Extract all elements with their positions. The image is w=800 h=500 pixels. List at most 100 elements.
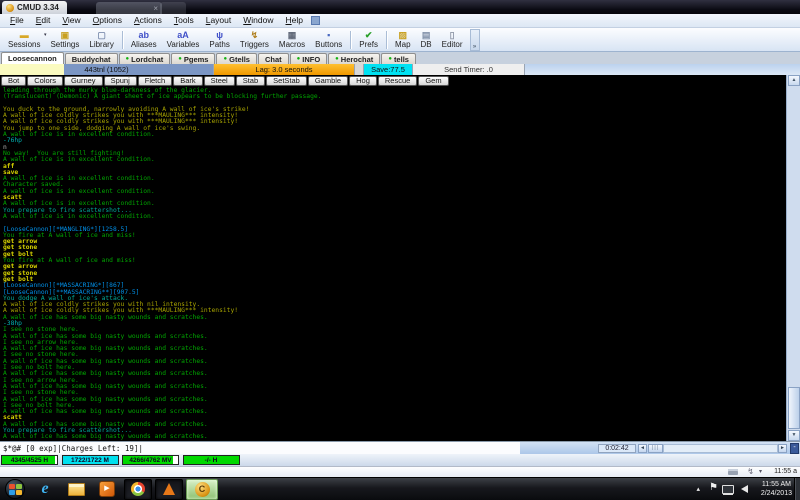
- main-toolbar: ▬Sessions▾▣Settings▢Library abAliasesaAVa…: [0, 28, 800, 52]
- taskbar-chrome-button[interactable]: [124, 479, 152, 500]
- connection-icon[interactable]: ↯: [747, 467, 754, 476]
- taskbar-vlc-button[interactable]: [155, 479, 183, 500]
- toolbar-buttons-button[interactable]: ▪Buttons: [310, 29, 347, 51]
- variables-icon: aA: [177, 30, 189, 40]
- scroll-down-icon[interactable]: ▼: [788, 430, 800, 441]
- taskbar-cmud-button[interactable]: C: [186, 479, 218, 500]
- macro-button-bot[interactable]: Bot: [1, 76, 26, 86]
- windows-start-icon: [5, 479, 25, 499]
- taskbar-ie-button[interactable]: e: [31, 479, 59, 500]
- session-tab-herochat[interactable]: ●Herochat: [328, 53, 380, 64]
- macro-button-gurney[interactable]: Gurney: [64, 76, 103, 86]
- window-title-tab[interactable]: CMUD 3.34: [2, 1, 67, 14]
- session-tab-label: Lordchat: [131, 55, 163, 64]
- menu-view[interactable]: View: [56, 14, 86, 27]
- toolbar-variables-button[interactable]: aAVariables: [162, 29, 205, 51]
- macro-button-spunj[interactable]: Spunj: [104, 76, 137, 86]
- session-tab-buddychat[interactable]: Buddychat: [65, 53, 118, 64]
- taskbar-explorer-button[interactable]: [62, 479, 90, 500]
- tnl-progress-fill: [0, 64, 64, 75]
- tray-time: 11:55 AM: [761, 480, 792, 489]
- menu-help[interactable]: Help: [280, 14, 309, 27]
- h-scrollbar-track[interactable]: [663, 444, 778, 453]
- splitter-button[interactable]: -: [790, 443, 799, 454]
- menu-actions[interactable]: Actions: [128, 14, 168, 27]
- inactive-window-stub: [160, 2, 186, 14]
- macro-button-gem[interactable]: Gem: [418, 76, 448, 86]
- lag-label: Lag: 3.0 seconds: [255, 65, 312, 74]
- toolbar-triggers-button[interactable]: ↯Triggers: [235, 29, 274, 51]
- tray-clock[interactable]: 11:55 AM 2/24/2013: [761, 480, 792, 498]
- macro-button-hog[interactable]: Hog: [349, 76, 377, 86]
- session-tabs: LoosecannonBuddychat●Lordchat●Pgems●Gtel…: [0, 52, 800, 64]
- session-tab-info[interactable]: ●INFO: [290, 53, 328, 64]
- macro-button-rescue[interactable]: Rescue: [378, 76, 417, 86]
- toolbar-map-button[interactable]: ▨Map: [390, 29, 416, 51]
- chevron-down-icon[interactable]: ▾: [759, 468, 762, 475]
- flag-quadrant: [16, 490, 22, 495]
- h-scrollbar-thumb[interactable]: |||: [648, 444, 663, 453]
- macro-button-colors[interactable]: Colors: [27, 76, 63, 86]
- scroll-right-icon[interactable]: ►: [778, 444, 787, 453]
- map-icon: ▨: [398, 30, 407, 40]
- volume-icon[interactable]: [741, 485, 748, 493]
- toolbar-aliases-button[interactable]: abAliases: [126, 29, 162, 51]
- toolbar-overflow-button[interactable]: »: [470, 29, 480, 51]
- menu-options[interactable]: Options: [87, 14, 128, 27]
- menu-layout[interactable]: Layout: [200, 14, 238, 27]
- session-tab-chat[interactable]: Chat: [258, 53, 289, 64]
- toolbar-editor-button[interactable]: ▯Editor: [437, 29, 468, 51]
- scrollbar-thumb[interactable]: [788, 387, 800, 429]
- show-desktop-button[interactable]: [794, 478, 800, 500]
- toolbar-macros-button[interactable]: ▦Macros: [274, 29, 310, 51]
- cmud-statusbar: ↯ ▾ 11:55 a: [0, 466, 800, 477]
- toolbar-grip: [311, 16, 320, 25]
- session-tab-loosecannon[interactable]: Loosecannon: [1, 52, 64, 64]
- close-icon[interactable]: ×: [153, 4, 158, 13]
- stat-bar-label: 1722/1722 M: [63, 456, 118, 464]
- mud-output-window[interactable]: leading through the murky blue-darkness …: [0, 87, 786, 441]
- command-input[interactable]: $*@# [0 exp]|Charges Left: 19]|: [3, 444, 143, 453]
- macro-button-bark[interactable]: Bark: [173, 76, 202, 86]
- printer-icon[interactable]: [728, 469, 738, 475]
- menu-window[interactable]: Window: [237, 14, 279, 27]
- macro-button-steel[interactable]: Steel: [204, 76, 235, 86]
- scroll-left-icon[interactable]: ◄: [638, 444, 647, 453]
- toolbar-library-button[interactable]: ▢Library: [84, 29, 118, 51]
- windows-taskbar: e ▶ C ▴ ⚑ 11:55 AM 2/24/2013: [0, 477, 800, 500]
- scroll-up-icon[interactable]: ▲: [788, 75, 800, 86]
- macro-button-setstab[interactable]: SetStab: [266, 76, 307, 86]
- toolbar-sessions-button[interactable]: ▬Sessions▾: [3, 29, 45, 51]
- command-line-row: $*@# [0 exp]|Charges Left: 19]| 0:02:42 …: [0, 441, 800, 454]
- taskbar-wmp-button[interactable]: ▶: [93, 479, 121, 500]
- toolbar-settings-button[interactable]: ▣Settings: [45, 29, 84, 51]
- session-tab-pgems[interactable]: ●Pgems: [171, 53, 215, 64]
- inactive-window-tab[interactable]: ×: [96, 2, 162, 14]
- tray-overflow-icon[interactable]: ▴: [696, 485, 700, 493]
- toolbar-button-label: Sessions: [8, 40, 40, 50]
- toolbar-button-label: Settings: [50, 40, 79, 50]
- toolbar-db-button[interactable]: ▤DB: [416, 29, 437, 51]
- macro-button-stab[interactable]: Stab: [236, 76, 265, 86]
- macro-button-gamble[interactable]: Gamble: [308, 76, 348, 86]
- session-tab-label: Gtells: [229, 55, 250, 64]
- session-tab-gtells[interactable]: ●Gtells: [216, 53, 256, 64]
- session-tab-lordchat[interactable]: ●Lordchat: [119, 53, 171, 64]
- action-center-icon[interactable]: ⚑: [709, 482, 718, 493]
- network-icon[interactable]: [722, 485, 734, 494]
- taskbar-start-button[interactable]: [2, 479, 28, 500]
- menu-file[interactable]: File: [4, 14, 30, 27]
- aliases-icon: ab: [138, 30, 149, 40]
- toolbar-button-label: Prefs: [359, 40, 378, 50]
- folder-icon: [68, 483, 85, 496]
- toolbar-paths-button[interactable]: ψPaths: [204, 29, 234, 51]
- menu-edit[interactable]: Edit: [30, 14, 57, 27]
- output-scrollbar[interactable]: ▲ ▼: [786, 75, 800, 441]
- window-title: CMUD 3.34: [17, 3, 59, 12]
- menu-tools[interactable]: Tools: [168, 14, 200, 27]
- macro-button-fletch[interactable]: Fletch: [138, 76, 172, 86]
- toolbar-button-label: Editor: [442, 40, 463, 50]
- toolbar-prefs-button[interactable]: ✔Prefs: [354, 29, 383, 51]
- session-tab-tells[interactable]: ●tells: [381, 53, 416, 64]
- flag-quadrant: [9, 484, 15, 489]
